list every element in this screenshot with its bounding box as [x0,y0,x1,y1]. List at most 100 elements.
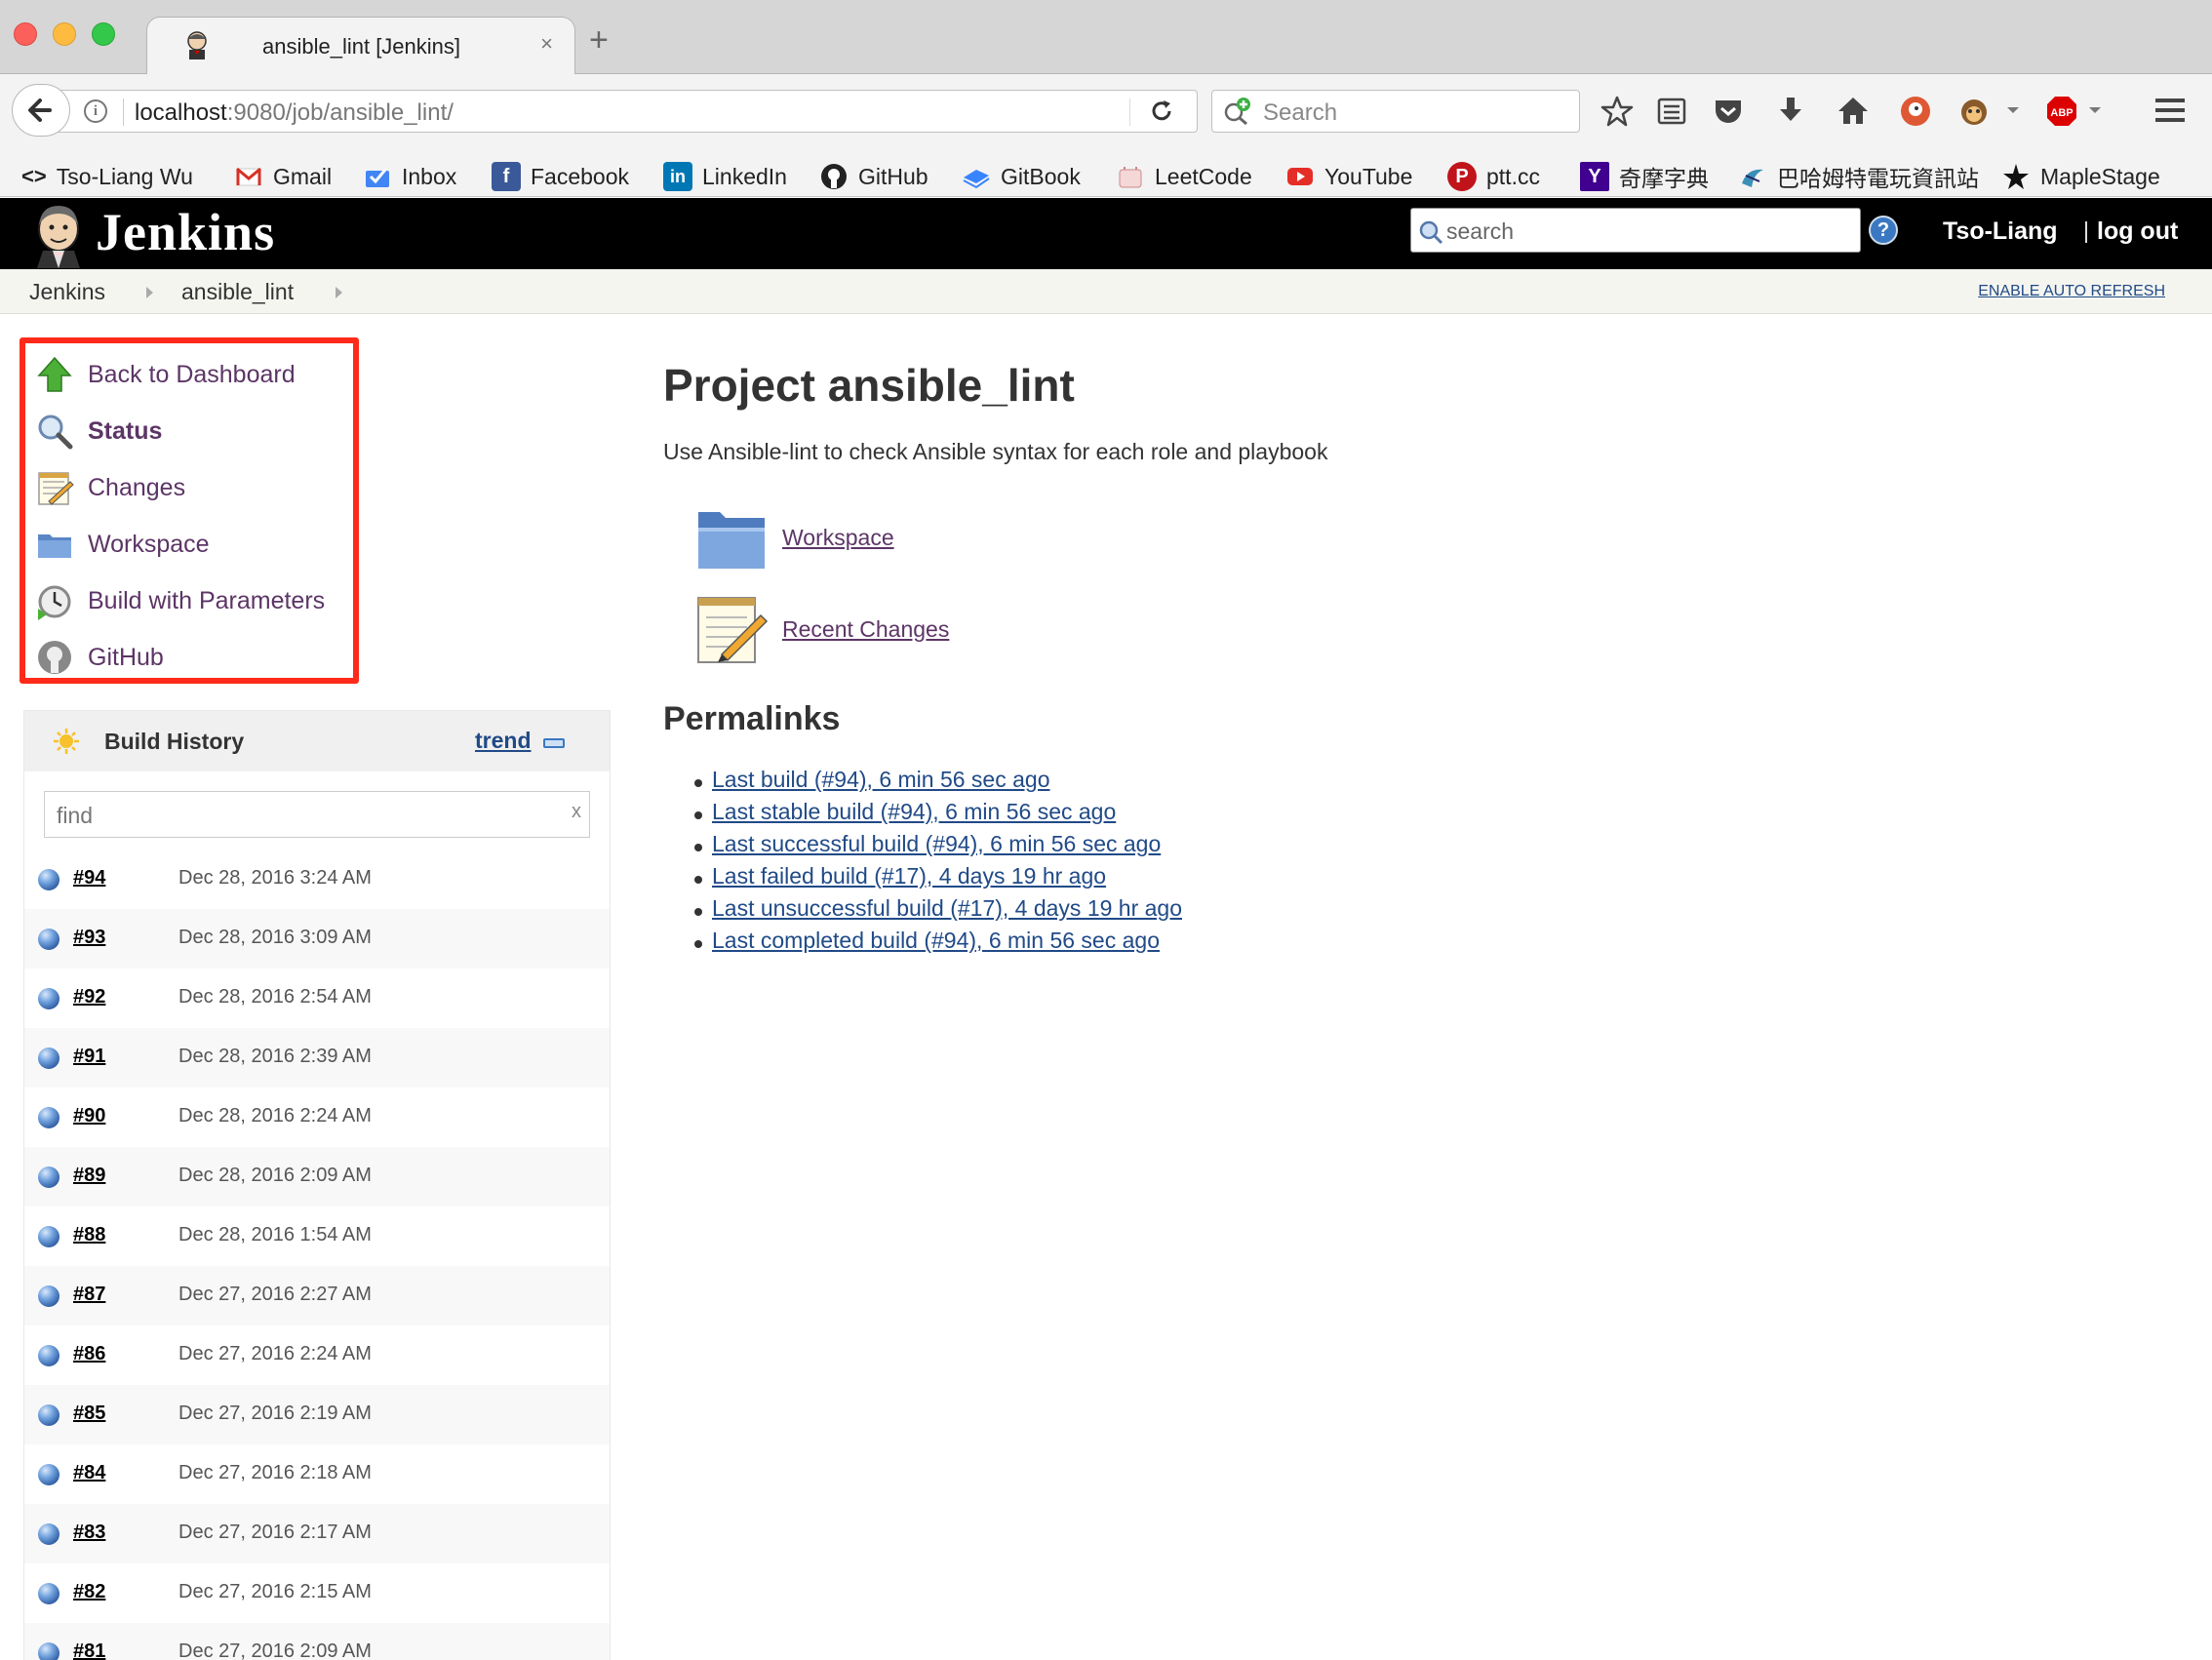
site-info-icon[interactable]: i [84,99,107,123]
breadcrumb-jenkins[interactable]: Jenkins [29,279,105,305]
build-date-link[interactable]: Dec 27, 2016 2:19 AM [178,1403,372,1425]
home-icon[interactable] [1836,94,1871,129]
build-status-ball-icon[interactable] [38,929,59,950]
reading-list-icon[interactable] [1654,94,1689,129]
build-status-ball-icon[interactable] [38,1107,59,1128]
jenkins-search-input[interactable]: search [1410,208,1861,253]
dropdown-icon[interactable] [2001,94,2025,129]
trend-link[interactable]: trend [475,728,532,754]
build-date-link[interactable]: Dec 27, 2016 2:17 AM [178,1522,372,1544]
build-date-link[interactable]: Dec 28, 2016 3:09 AM [178,927,372,949]
build-status-ball-icon[interactable] [38,869,59,890]
bookmark-facebook[interactable]: f Facebook [492,156,629,197]
window-minimize-button[interactable] [53,22,76,46]
recent-changes-link-item[interactable]: Recent Changes [694,585,949,673]
permalink-item[interactable]: Last stable build (#94), 6 min 56 sec ag… [693,799,1182,831]
back-button[interactable] [12,84,70,137]
jenkins-logo-icon[interactable] [29,200,88,268]
window-zoom-button[interactable] [92,22,115,46]
user-name-link[interactable]: Tso-Liang [1943,217,2058,246]
build-status-ball-icon[interactable] [38,988,59,1009]
hamburger-menu-icon[interactable] [2153,98,2187,123]
bookmark-star-icon[interactable] [1600,94,1635,129]
build-number-link[interactable]: #94 [73,867,105,889]
workspace-link-item[interactable]: Workspace [694,494,894,581]
build-number-link[interactable]: #92 [73,986,105,1008]
new-tab-button[interactable]: + [589,23,609,57]
window-close-button[interactable] [14,22,37,46]
task-workspace[interactable]: Workspace [35,523,210,566]
build-status-ball-icon[interactable] [38,1285,59,1307]
clear-find-icon[interactable]: x [572,801,581,823]
bookmark-ptt[interactable]: P ptt.cc [1447,156,1540,197]
build-date-link[interactable]: Dec 27, 2016 2:15 AM [178,1581,372,1603]
build-status-ball-icon[interactable] [38,1523,59,1545]
permalink-item[interactable]: Last successful build (#94), 6 min 56 se… [693,831,1182,863]
build-date-link[interactable]: Dec 28, 2016 2:54 AM [178,986,372,1008]
bookmark-gitbook[interactable]: GitBook [962,156,1081,197]
bookmark-github[interactable]: GitHub [819,156,928,197]
task-build-with-parameters[interactable]: Build with Parameters [35,579,325,622]
bookmark-leetcode[interactable]: LeetCode [1116,156,1252,197]
build-status-ball-icon[interactable] [38,1464,59,1485]
adblock-dropdown-icon[interactable] [2083,94,2107,129]
permalink-item[interactable]: Last build (#94), 6 min 56 sec ago [693,767,1182,799]
build-date-link[interactable]: Dec 28, 2016 2:24 AM [178,1105,372,1127]
bookmark-linkedin[interactable]: in LinkedIn [663,156,787,197]
build-status-ball-icon[interactable] [38,1226,59,1247]
greasemonkey-icon[interactable] [1956,94,1992,129]
build-number-link[interactable]: #82 [73,1581,105,1603]
collapse-icon[interactable] [543,738,565,748]
build-date-link[interactable]: Dec 27, 2016 2:27 AM [178,1284,372,1306]
permalink-item[interactable]: Last completed build (#94), 6 min 56 sec… [693,928,1182,960]
duckduckgo-icon[interactable] [1898,94,1933,129]
build-status-ball-icon[interactable] [38,1583,59,1604]
build-status-ball-icon[interactable] [38,1642,59,1660]
breadcrumb-arrow-icon[interactable] [146,287,153,298]
build-status-ball-icon[interactable] [38,1166,59,1188]
build-number-link[interactable]: #83 [73,1522,105,1544]
reload-icon[interactable] [1147,97,1176,126]
build-status-ball-icon[interactable] [38,1345,59,1366]
browser-tab-active[interactable]: ansible_lint [Jenkins] × [146,17,575,75]
build-status-ball-icon[interactable] [38,1404,59,1426]
build-number-link[interactable]: #86 [73,1343,105,1365]
bookmark-youtube[interactable]: YouTube [1285,156,1412,197]
build-date-link[interactable]: Dec 28, 2016 2:39 AM [178,1046,372,1068]
build-number-link[interactable]: #81 [73,1640,105,1660]
task-changes[interactable]: Changes [35,466,185,509]
build-number-link[interactable]: #84 [73,1462,105,1484]
build-date-link[interactable]: Dec 28, 2016 1:54 AM [178,1224,372,1246]
build-date-link[interactable]: Dec 27, 2016 2:09 AM [178,1640,372,1660]
breadcrumb-arrow-icon[interactable] [336,287,342,298]
task-back-to-dashboard[interactable]: Back to Dashboard [35,353,296,396]
help-icon[interactable]: ? [1869,216,1898,245]
build-number-link[interactable]: #93 [73,927,105,949]
build-date-link[interactable]: Dec 28, 2016 3:24 AM [178,867,372,889]
recent-changes-link[interactable]: Recent Changes [782,616,949,643]
build-date-link[interactable]: Dec 27, 2016 2:18 AM [178,1462,372,1484]
breadcrumb-ansible-lint[interactable]: ansible_lint [181,279,294,305]
build-number-link[interactable]: #89 [73,1165,105,1187]
build-number-link[interactable]: #85 [73,1403,105,1425]
build-find-input[interactable]: find x [44,791,590,838]
bookmark-bahamut[interactable]: 巴哈姆特電玩資訊站 [1738,156,1979,197]
logout-link[interactable]: log out [2097,217,2178,246]
build-status-ball-icon[interactable] [38,1047,59,1069]
bookmark-inbox[interactable]: Inbox [363,156,456,197]
tab-close-icon[interactable]: × [540,31,553,57]
build-date-link[interactable]: Dec 27, 2016 2:24 AM [178,1343,372,1365]
browser-search-bar[interactable]: Search [1211,90,1580,133]
bookmark-gmail[interactable]: Gmail [234,156,332,197]
url-bar[interactable]: i localhost:9080/job/ansible_lint/ [55,90,1198,133]
enable-auto-refresh-link[interactable]: ENABLE AUTO REFRESH [1978,283,2165,300]
jenkins-title[interactable]: Jenkins [96,202,275,262]
bookmark-maplestage[interactable]: MapleStage [2001,156,2160,197]
download-icon[interactable] [1773,94,1808,129]
task-github[interactable]: GitHub [35,636,164,679]
bookmark-tso-liang-wu[interactable]: <> Tso-Liang Wu [21,156,193,197]
build-number-link[interactable]: #88 [73,1224,105,1246]
permalink-item[interactable]: Last unsuccessful build (#17), 4 days 19… [693,895,1182,928]
bookmark-yahoo-dictionary[interactable]: Y 奇摩字典 [1580,156,1709,197]
workspace-link[interactable]: Workspace [782,525,894,551]
